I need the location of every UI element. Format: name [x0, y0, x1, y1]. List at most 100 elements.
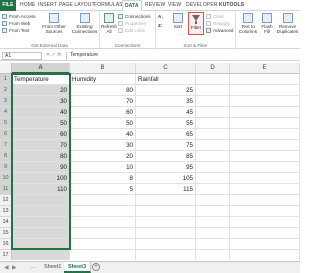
sheet-tab-sheet1[interactable]: Sheet1 [40, 262, 67, 273]
cell-a5[interactable]: 50 [12, 118, 70, 129]
tab-home[interactable]: HOME [20, 2, 35, 8]
row-header[interactable]: 7 [0, 140, 12, 151]
cell-d11[interactable] [196, 184, 230, 195]
cell-c3[interactable]: 35 [136, 96, 196, 107]
cell-e14[interactable] [230, 217, 300, 228]
cell-d12[interactable] [196, 195, 230, 206]
cell-b8[interactable]: 20 [70, 151, 136, 162]
cell-e13[interactable] [230, 206, 300, 217]
cell-b3[interactable]: 70 [70, 96, 136, 107]
row-header[interactable]: 12 [0, 195, 12, 206]
connections-button[interactable]: Connections [118, 13, 151, 20]
cell-e15[interactable] [230, 228, 300, 239]
cell-d7[interactable] [196, 140, 230, 151]
tab-view[interactable]: VIEW [168, 2, 181, 8]
cell-d17[interactable] [196, 250, 230, 260]
cell-b15[interactable] [70, 228, 136, 239]
scroll-right-icon[interactable]: ▶ [12, 264, 17, 271]
cell-b16[interactable] [70, 239, 136, 250]
cell-a9[interactable]: 90 [12, 162, 70, 173]
cell-a8[interactable]: 80 [12, 151, 70, 162]
row-header[interactable]: 6 [0, 129, 12, 140]
cell-c8[interactable]: 85 [136, 151, 196, 162]
cell-b17[interactable] [70, 250, 136, 260]
cell-c6[interactable]: 65 [136, 129, 196, 140]
from-access-button[interactable]: From Access [2, 13, 36, 20]
cell-e9[interactable] [230, 162, 300, 173]
tab-review[interactable]: REVIEW [145, 2, 165, 8]
cell-c7[interactable]: 75 [136, 140, 196, 151]
properties-button[interactable]: Properties [118, 20, 146, 27]
remove-duplicates-button[interactable]: Remove Duplicates [276, 13, 299, 34]
cell-e8[interactable] [230, 151, 300, 162]
row-header[interactable]: 9 [0, 162, 12, 173]
scroll-left-icon[interactable]: ◀ [4, 264, 9, 271]
sheet-tab-sheet3[interactable]: Sheet3 [64, 262, 92, 273]
cell-c10[interactable]: 105 [136, 173, 196, 184]
cell-a4[interactable]: 40 [12, 107, 70, 118]
tab-file[interactable]: FILE [0, 0, 16, 11]
cell-c11[interactable]: 115 [136, 184, 196, 195]
cell-c16[interactable] [136, 239, 196, 250]
row-header[interactable]: 2 [0, 85, 12, 96]
column-header-c[interactable]: C [136, 63, 196, 74]
cell-a3[interactable]: 30 [12, 96, 70, 107]
cell-d15[interactable] [196, 228, 230, 239]
cell-c12[interactable] [136, 195, 196, 206]
flash-fill-button[interactable]: Flash Fill [260, 13, 274, 34]
sort-za-button[interactable]: Z↓ [158, 22, 163, 29]
existing-connections-button[interactable]: Existing Connections [70, 13, 99, 34]
row-header[interactable]: 13 [0, 206, 12, 217]
row-header[interactable]: 1 [0, 74, 12, 85]
cell-e4[interactable] [230, 107, 300, 118]
select-all-corner[interactable] [0, 63, 12, 74]
row-header[interactable]: 5 [0, 118, 12, 129]
cell-e16[interactable] [230, 239, 300, 250]
cell-e12[interactable] [230, 195, 300, 206]
cell-a17[interactable] [12, 250, 70, 260]
cell-c17[interactable] [136, 250, 196, 260]
column-header-a[interactable]: A [12, 63, 70, 74]
cell-c2[interactable]: 25 [136, 85, 196, 96]
cell-a13[interactable] [12, 206, 70, 217]
cell-c13[interactable] [136, 206, 196, 217]
text-to-columns-button[interactable]: Text to Columns [238, 13, 258, 34]
cell-d1[interactable] [196, 74, 230, 85]
cell-c4[interactable]: 45 [136, 107, 196, 118]
cell-a2[interactable]: 20 [12, 85, 70, 96]
edit-links-button[interactable]: Edit Links [118, 27, 145, 34]
column-header-b[interactable]: B [70, 63, 136, 74]
row-header[interactable]: 11 [0, 184, 12, 195]
refresh-all-button[interactable]: Refresh All [101, 13, 117, 34]
cancel-icon[interactable]: ✕ [46, 52, 50, 58]
cell-a12[interactable] [12, 195, 70, 206]
cell-e7[interactable] [230, 140, 300, 151]
tab-page-layout[interactable]: PAGE LAYOUT [59, 2, 95, 8]
row-header[interactable]: 16 [0, 239, 12, 250]
cell-b12[interactable] [70, 195, 136, 206]
cell-b4[interactable]: 60 [70, 107, 136, 118]
row-header[interactable]: 15 [0, 228, 12, 239]
from-text-button[interactable]: From Text [2, 27, 29, 34]
cell-b13[interactable] [70, 206, 136, 217]
cell-a7[interactable]: 70 [12, 140, 70, 151]
cell-c9[interactable]: 95 [136, 162, 196, 173]
tab-developer[interactable]: DEVELOPER [186, 2, 217, 8]
formula-input[interactable]: Temperature [66, 52, 298, 60]
cell-a11[interactable]: 110 [12, 184, 70, 195]
cell-d14[interactable] [196, 217, 230, 228]
row-header[interactable]: 4 [0, 107, 12, 118]
fx-icon[interactable]: fx [57, 52, 61, 58]
cell-e11[interactable] [230, 184, 300, 195]
tab-insert[interactable]: INSERT [38, 2, 57, 8]
cell-b6[interactable]: 40 [70, 129, 136, 140]
cell-b5[interactable]: 50 [70, 118, 136, 129]
cell-c5[interactable]: 55 [136, 118, 196, 129]
cell-d16[interactable] [196, 239, 230, 250]
row-header[interactable]: 3 [0, 96, 12, 107]
cell-a1[interactable]: Temperature [12, 74, 70, 85]
cell-d9[interactable] [196, 162, 230, 173]
cell-d13[interactable] [196, 206, 230, 217]
cell-a14[interactable] [12, 217, 70, 228]
reapply-button[interactable]: Reapply [206, 20, 230, 27]
